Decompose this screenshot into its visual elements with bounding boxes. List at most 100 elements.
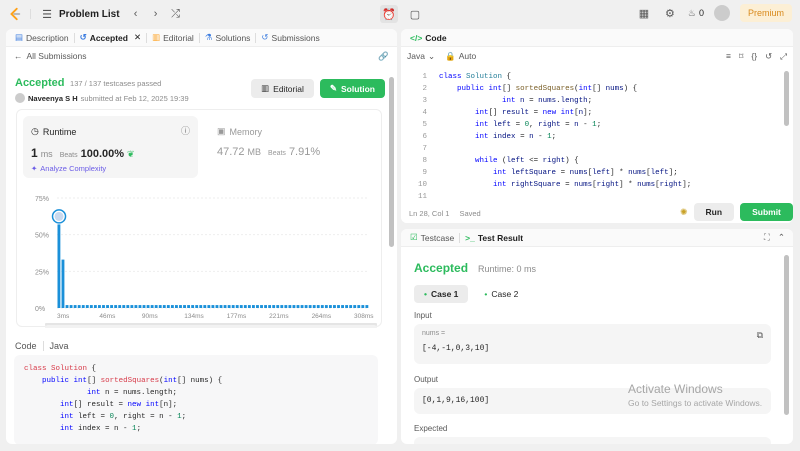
maximize-icon[interactable]: ⛶ (764, 232, 770, 243)
x-tick-label: 3ms (57, 313, 70, 320)
chart-bar (337, 305, 340, 308)
avatar[interactable] (713, 5, 730, 21)
x-tick-label: 308ms (354, 313, 374, 320)
problem-list-link[interactable]: Problem List (59, 9, 120, 20)
fire-icon: ♨ (687, 7, 696, 18)
case-1-tab[interactable]: • Case 1 (414, 285, 469, 303)
alarm-icon[interactable]: ⏰ (380, 5, 398, 23)
editorial-button[interactable]: ▥ Editorial (251, 79, 314, 98)
chart-bar (199, 305, 203, 308)
chevron-right-icon[interactable]: › (148, 6, 164, 22)
submission-status: Accepted (15, 77, 65, 89)
chart-bar (357, 305, 361, 308)
case-2-tab[interactable]: • Case 2 (474, 285, 528, 303)
info-icon[interactable]: ⓘ (181, 124, 190, 137)
case-label: Case 1 (430, 289, 459, 299)
list-icon[interactable]: ☰ (39, 6, 55, 22)
chart-bar (102, 305, 105, 308)
analyze-label: Analyze Complexity (40, 164, 107, 173)
chart-bar (308, 305, 312, 308)
gear-icon[interactable]: ⚙ (662, 5, 678, 21)
language-select[interactable]: Java ⌄ (407, 51, 435, 62)
solution-button[interactable]: ✎ Solution (319, 79, 385, 98)
y-tick-label: 75% (35, 196, 49, 203)
tab-code[interactable]: </> Code (405, 29, 452, 47)
tab-editorial[interactable]: ▥ Editorial (147, 29, 199, 47)
left-scrollbar[interactable] (389, 77, 394, 247)
submitted-time: submitted at Feb 12, 2025 19:39 (80, 93, 189, 103)
y-tick-label: 25% (35, 269, 49, 276)
tab-test-result[interactable]: >_ Test Result (460, 229, 528, 247)
editor-icons: ≡ ⌑ {} ↺ ⤢ (726, 51, 787, 62)
tab-description[interactable]: ▤ Description (10, 29, 74, 47)
result-scrollbar[interactable] (784, 255, 789, 415)
chart-bar (320, 305, 324, 308)
note-icon[interactable]: ▢ (406, 5, 424, 23)
tab-submissions[interactable]: ↺ Submissions (256, 29, 324, 47)
chart-bar (296, 305, 300, 308)
code-label: Code (15, 341, 37, 351)
runtime-box[interactable]: ◷ Runtime ⓘ 1 ms Beats 100.00% ❦ ✦ Analy… (23, 116, 198, 178)
grid-icon[interactable]: ▦ (636, 5, 652, 21)
shuffle-icon[interactable]: ⤮ (168, 6, 184, 22)
reset-icon[interactable]: ↺ (765, 51, 772, 62)
code-line: int[] result = new int[n]; (60, 401, 178, 409)
format-icon[interactable]: ≡ (726, 51, 731, 61)
auto-mode[interactable]: 🔒 Auto (445, 51, 476, 62)
flask-icon: ⚗ (204, 32, 213, 42)
tab-accepted[interactable]: ↺ Accepted ✕ (75, 29, 147, 47)
streak-counter[interactable]: ♨ 0 (688, 8, 704, 19)
copy-icon[interactable]: ⧉ (757, 330, 763, 341)
editor-line: 7 (422, 145, 427, 153)
debug-icon[interactable]: ✺ (680, 207, 688, 218)
chevron-up-icon[interactable]: ⌃ (778, 232, 785, 243)
tab-label: Testcase (420, 232, 455, 243)
stats-card: ◷ Runtime ⓘ 1 ms Beats 100.00% ❦ ✦ Analy… (16, 109, 382, 328)
beats-label: Beats (59, 152, 78, 159)
chart-bar (203, 305, 207, 308)
chart-bar (110, 305, 114, 308)
chart-bar (231, 305, 235, 308)
editor-scrollbar[interactable] (784, 71, 789, 126)
chart-bar (183, 305, 186, 308)
submit-button[interactable]: Submit (740, 203, 793, 221)
memory-box[interactable]: ▣ Memory 47.72 MB Beats 7.91% (209, 116, 379, 178)
braces-icon[interactable]: {} (751, 51, 757, 61)
leetcode-logo-icon[interactable] (8, 7, 22, 21)
username[interactable]: Naveenya S H (28, 94, 78, 103)
dot-icon: • (424, 289, 427, 299)
close-icon[interactable]: ✕ (134, 32, 141, 43)
all-submissions-link[interactable]: ← All Submissions (14, 51, 87, 61)
chart-bar (98, 305, 101, 308)
run-submit-group: ✺ Run Submit (680, 203, 793, 221)
editor-line: 4 int[] result = new int[n]; (422, 109, 593, 117)
chart-bar (235, 305, 239, 308)
saved-status: Saved (459, 208, 481, 218)
bookmark-icon[interactable]: ⌑ (739, 51, 743, 62)
chart-bar (130, 305, 134, 308)
run-button[interactable]: Run (693, 203, 735, 221)
history-icon: ↺ (261, 32, 269, 42)
chart-bar (170, 305, 174, 308)
analyze-complexity-link[interactable]: ✦ Analyze Complexity (31, 164, 106, 173)
tab-testcase[interactable]: ☑ Testcase (405, 229, 459, 247)
x-tick-label: 134ms (184, 313, 204, 320)
result-panel-icons: ⛶ ⌃ (764, 232, 789, 243)
tab-solutions[interactable]: ⚗ Solutions (200, 29, 256, 47)
code-section-header: Code Java (15, 341, 69, 351)
link-icon[interactable]: 🔗 (378, 51, 389, 62)
chevron-left-icon[interactable]: ‹ (128, 6, 144, 22)
code-area[interactable]: 1 class Solution { 2 public int[] sortedS… (409, 71, 779, 221)
premium-button[interactable]: Premium (739, 4, 792, 22)
back-row: ← All Submissions 🔗 (6, 47, 397, 65)
input-field: nums = [-4,-1,0,3,10] ⧉ (414, 324, 771, 364)
streak-count: 0 (698, 8, 704, 18)
expand-icon[interactable]: ⤢ (780, 51, 787, 62)
chart-bar (146, 305, 150, 308)
runtime-distribution-chart[interactable]: 75% 50% 25% 0% 3ms 46ms 90ms 134ms 177ms 221ms 264… (17, 178, 381, 328)
leaf-icon: ❦ (127, 149, 135, 159)
chart-bar (162, 305, 166, 308)
x-tick-label: 46ms (99, 313, 116, 320)
document-icon: ▤ (15, 32, 24, 42)
code-line: public int[] sortedSquares(int[] nums) { (42, 377, 223, 385)
